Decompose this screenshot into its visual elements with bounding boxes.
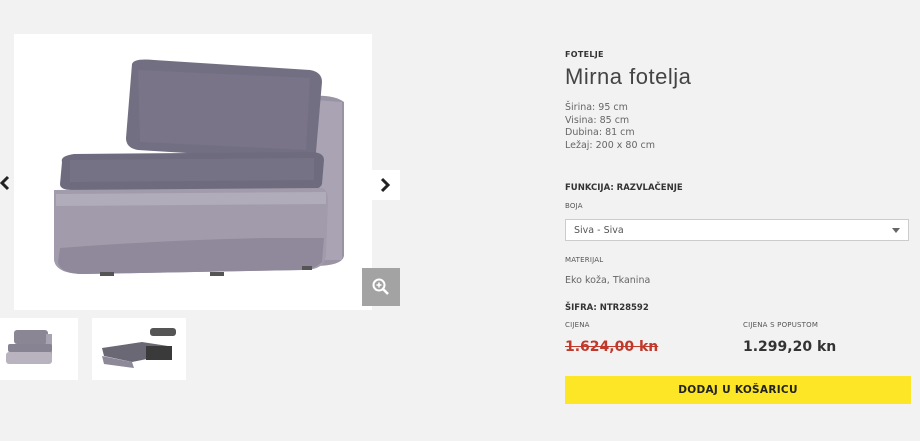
color-label: BOJA <box>565 202 583 210</box>
armchair-image <box>54 59 344 276</box>
color-select[interactable]: Siva - Siva <box>565 219 909 241</box>
price-label: CIJENA <box>565 321 590 329</box>
chevron-right-icon <box>380 177 391 193</box>
spec-width: Širina: 95 cm <box>565 102 628 113</box>
material-label: MATERIJAL <box>565 256 604 264</box>
spec-height: Visina: 85 cm <box>565 114 630 126</box>
thumbnail-armchair-bed[interactable] <box>92 318 186 380</box>
add-to-cart-button[interactable]: DODAJ U KOŠARICU <box>565 376 911 404</box>
product-title: Mirna fotelja <box>565 64 692 89</box>
prev-image-button[interactable] <box>0 168 20 198</box>
zoom-button[interactable] <box>362 268 400 306</box>
thumbnail-armchair[interactable] <box>0 318 78 380</box>
discount-price-label: CIJENA S POPUSTOM <box>743 321 819 329</box>
chevron-left-icon <box>0 175 10 191</box>
caret-down-icon <box>892 228 900 233</box>
old-price: 1.624,00 kn <box>565 339 659 355</box>
zoom-in-icon <box>372 278 389 295</box>
product-specs: Širina: 95 cm Visina: 85 cm Dubina: 81 c… <box>565 102 655 152</box>
function-label: FUNKCIJA: RAZVLAČENJE <box>565 183 683 193</box>
discounted-price: 1.299,20 kn <box>743 339 837 355</box>
product-sku: ŠIFRA: NTR28592 <box>565 303 649 313</box>
thumbnail-image <box>6 330 52 364</box>
spec-depth: Dubina: 81 cm <box>565 127 635 138</box>
product-main-image[interactable] <box>14 34 372 310</box>
material-value: Eko koža, Tkanina <box>565 275 651 286</box>
next-image-button[interactable] <box>370 170 400 200</box>
product-gallery <box>0 0 420 441</box>
thumbnail-image <box>102 328 176 368</box>
product-category[interactable]: FOTELJE <box>565 50 604 59</box>
spec-bed: Ležaj: 200 x 80 cm <box>565 139 656 151</box>
color-select-value: Siva - Siva <box>574 225 624 236</box>
